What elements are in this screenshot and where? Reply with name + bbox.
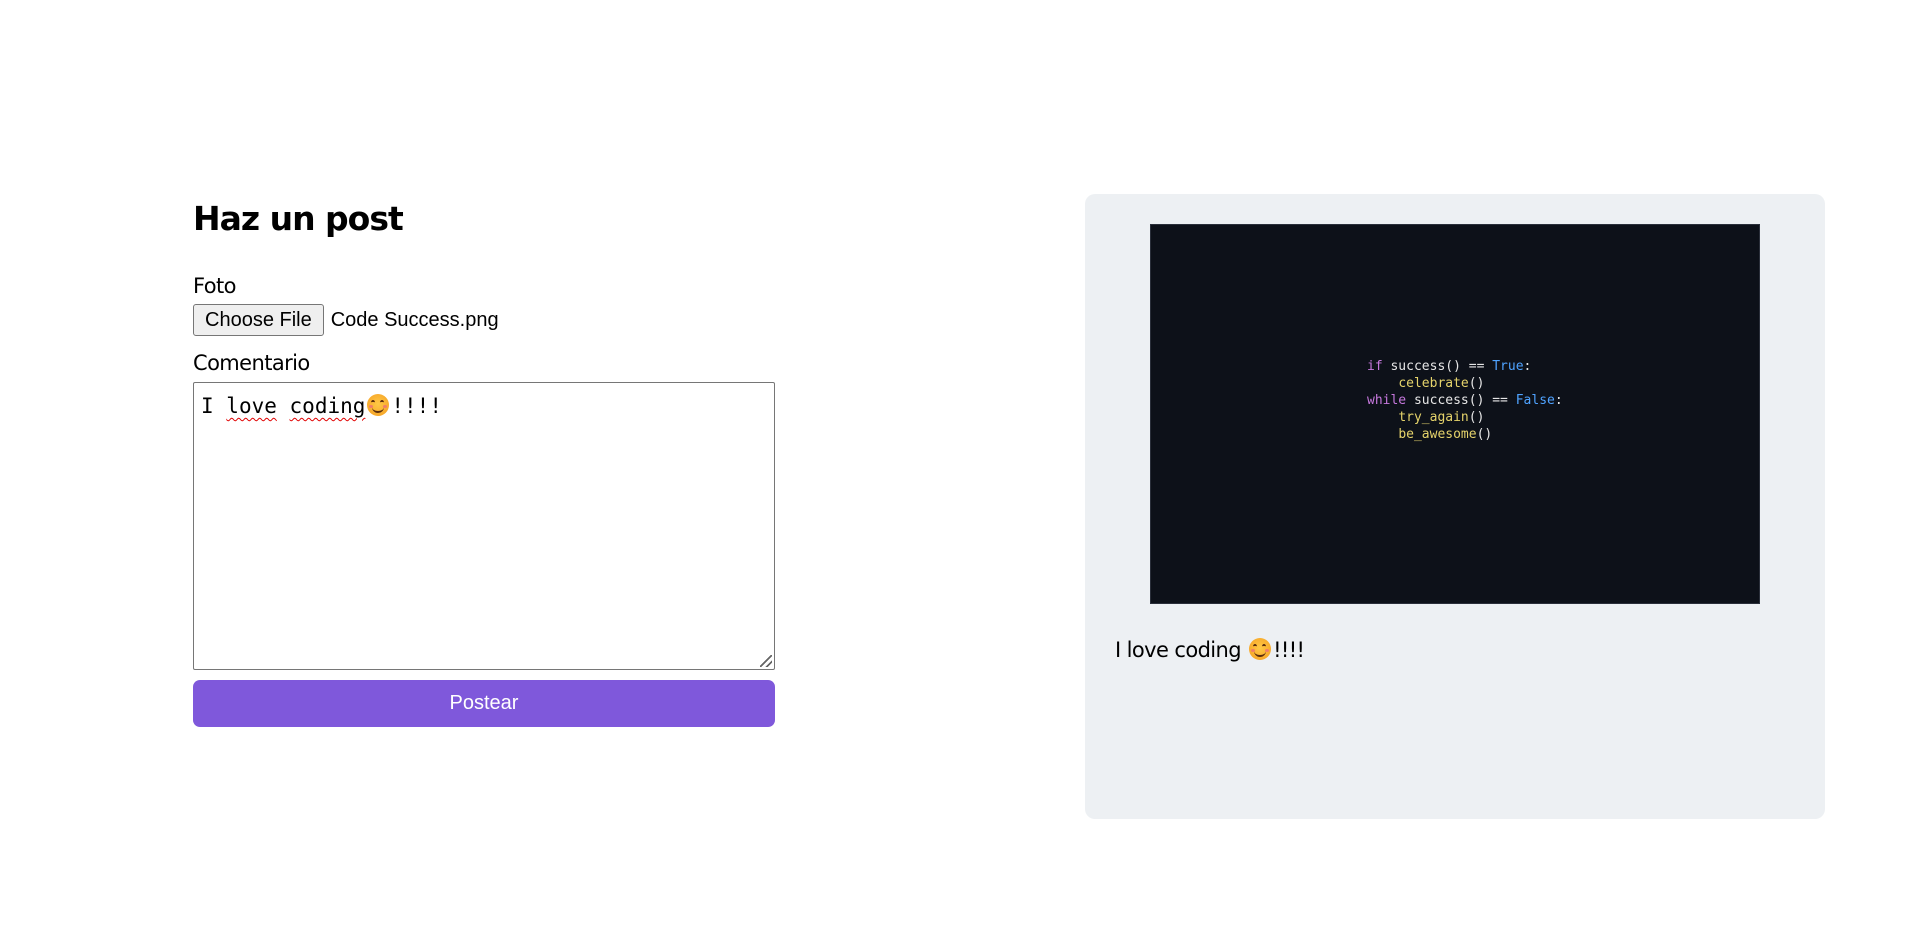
comment-label: Comentario [193,351,310,375]
page-title: Haz un post [193,199,404,238]
post-preview-card: if success() == True: celebrate() while … [1085,194,1825,819]
photo-label: Foto [193,274,236,298]
choose-file-button[interactable]: Choose File [193,304,324,336]
selected-file-name: Code Success.png [330,308,499,331]
caption-suffix: !!!! [1273,638,1305,662]
comment-word-coding: coding [289,394,366,418]
comment-text-b [277,394,290,418]
post-button[interactable]: Postear [193,680,775,727]
smiling-face-icon [367,394,390,416]
caption-text: I love coding [1115,638,1242,662]
comment-text-a: I [201,394,227,418]
comment-text-c: !!!! [391,394,442,418]
file-input[interactable]: Choose File Code Success.png [193,303,775,337]
code-snippet: if success() == True: celebrate() while … [1367,358,1563,443]
comment-textarea[interactable]: I love coding!!!! [193,382,775,670]
code-line: try_again() [1398,410,1485,425]
post-form: Haz un post Foto Choose File Code Succes… [193,196,775,727]
code-line: celebrate() [1398,376,1485,391]
comment-word-love: love [226,394,277,418]
code-line: while success() == False: [1367,393,1563,408]
code-line: be_awesome() [1398,427,1493,442]
code-line: if success() == True: [1367,359,1532,374]
post-caption: I love coding !!!! [1115,636,1305,664]
resize-handle-icon[interactable] [760,655,772,667]
smiling-face-icon [1249,638,1272,660]
post-image: if success() == True: celebrate() while … [1150,224,1760,604]
